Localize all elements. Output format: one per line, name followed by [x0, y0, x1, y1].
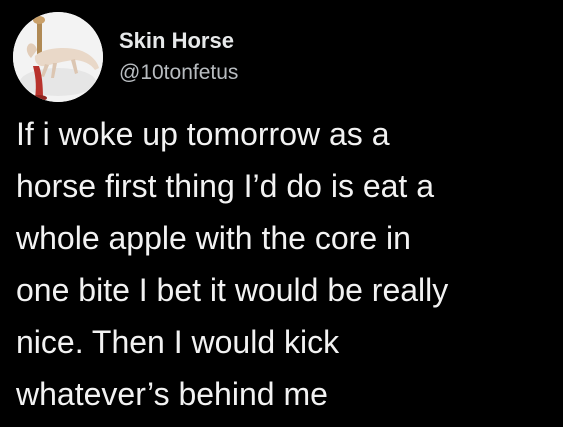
tweet-text: If i woke up tomorrow as a horse first t…	[16, 108, 556, 420]
horse-figurine-icon	[13, 12, 103, 102]
avatar[interactable]	[13, 12, 103, 102]
tweet-text-line: one bite I bet it would be really	[16, 272, 449, 308]
tweet-text-line: whole apple with the core in	[16, 220, 411, 256]
tweet-text-line: If i woke up tomorrow as a	[16, 116, 390, 152]
tweet-text-line: nice. Then I would kick	[16, 324, 340, 360]
tweet-text-line: whatever’s behind me	[16, 376, 328, 412]
user-handle[interactable]: @10tonfetus	[119, 61, 238, 85]
tweet-card: Skin Horse @10tonfetus If i woke up tomo…	[0, 0, 563, 427]
tweet-text-line: horse first thing I’d do is eat a	[16, 168, 434, 204]
display-name[interactable]: Skin Horse	[119, 28, 234, 54]
